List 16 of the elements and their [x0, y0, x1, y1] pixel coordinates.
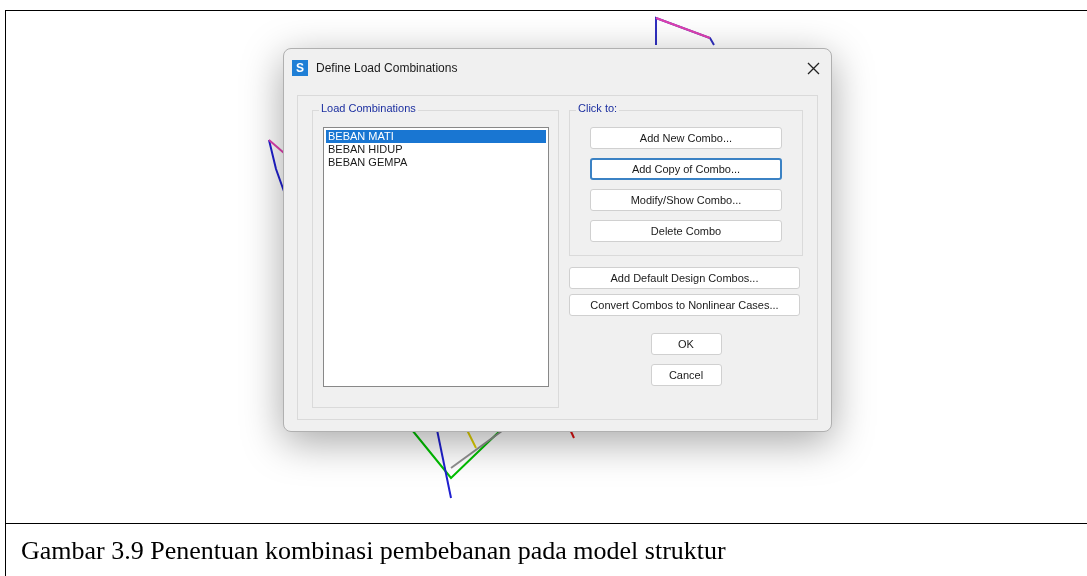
list-item[interactable]: BEBAN HIDUP: [326, 143, 546, 156]
dialog-button[interactable]: Add New Combo...: [590, 127, 782, 149]
dialog-button[interactable]: Delete Combo: [590, 220, 782, 242]
dialog-button[interactable]: Add Default Design Combos...: [569, 267, 800, 289]
dialog-button[interactable]: Cancel: [650, 364, 722, 386]
dialog-button[interactable]: Add Copy of Combo...: [590, 158, 782, 180]
dialog-button[interactable]: Modify/Show Combo...: [590, 189, 782, 211]
dialog-button[interactable]: Convert Combos to Nonlinear Cases...: [569, 294, 800, 316]
app-icon: S: [292, 60, 308, 76]
list-item[interactable]: BEBAN MATI: [326, 130, 546, 143]
figure-caption: Gambar 3.9 Penentuan kombinasi pembebanan pada model struktur: [21, 534, 726, 567]
dialog-button[interactable]: OK: [650, 333, 722, 355]
window-title: Define Load Combinations: [316, 60, 458, 77]
group-label: Click to:: [576, 103, 620, 114]
list-item[interactable]: BEBAN GEMPA: [326, 156, 546, 169]
group-label: Load Combinations: [319, 103, 418, 114]
